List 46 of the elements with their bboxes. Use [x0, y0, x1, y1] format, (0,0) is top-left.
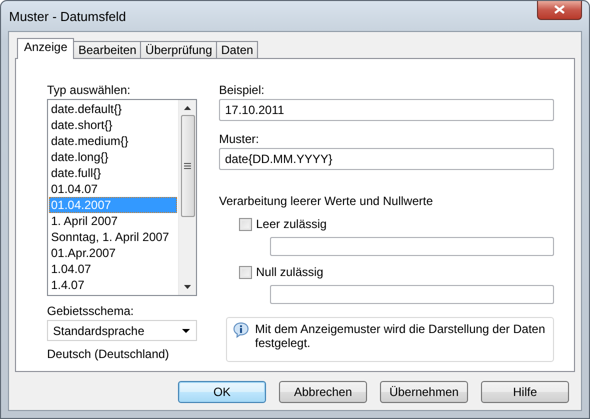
tab[interactable]: Anzeige	[17, 38, 74, 59]
scroll-up-icon[interactable]	[184, 106, 191, 110]
tab[interactable]: Überprüfung	[140, 41, 218, 59]
checkbox-label[interactable]: Leer zulässig	[256, 217, 327, 231]
dialog-button[interactable]: OK	[178, 381, 266, 403]
list-item[interactable]: 1.4.07	[49, 277, 177, 293]
field-label: Gebietsschema:	[47, 304, 135, 318]
pattern-field[interactable]: date{DD.MM.YYYY}	[219, 148, 554, 170]
list-item[interactable]: 1.04.07	[49, 261, 177, 277]
dialog-button[interactable]: Abbrechen	[279, 381, 367, 403]
input-field[interactable]	[270, 237, 554, 256]
field-label: Beispiel:	[219, 83, 266, 97]
scroll-down-icon[interactable]	[184, 285, 191, 289]
close-icon	[554, 5, 565, 14]
list-item[interactable]: Sonntag, 1. April 2007	[49, 229, 177, 245]
locale-description: Deutsch (Deutschland)	[47, 347, 170, 361]
info-text: Mit dem Anzeigemuster wird die Darstellung der Daten festgelegt.	[255, 322, 546, 352]
info-icon	[233, 322, 249, 338]
dropdown-value: Standardsprache	[53, 324, 144, 338]
checkbox-label[interactable]: Null zulässig	[256, 265, 324, 279]
dialog-button[interactable]: Hilfe	[481, 381, 569, 403]
list-item[interactable]: 01.Apr.2007	[49, 245, 177, 261]
field-label: Typ auswählen:	[47, 83, 132, 97]
checkbox[interactable]	[239, 266, 252, 278]
example-field[interactable]: 17.10.2011	[219, 99, 554, 121]
group-heading: Verarbeitung leerer Werte und Nullwerte	[219, 194, 434, 208]
dialog-button[interactable]: Übernehmen	[380, 381, 468, 403]
dropdown-arrow-icon	[182, 328, 190, 332]
list-item[interactable]: 01.04.07	[49, 181, 177, 197]
type-listbox[interactable]: date.default{} date.short{} date.medium{} date.long{} date.full{} 01.04.07 01.04.2007 1. April 2007 Sonntag, 1. April 2007 01.Apr.2007 1.04.07 1.4.07	[47, 99, 197, 296]
field-label: Muster:	[219, 132, 260, 146]
window-title: Muster - Datumsfeld	[8, 8, 126, 24]
checkbox[interactable]	[239, 218, 252, 230]
list-item[interactable]: 1. April 2007	[49, 213, 177, 229]
list-item[interactable]: date.long{}	[49, 149, 177, 165]
list-item[interactable]: date.full{}	[49, 165, 177, 181]
scrollbar[interactable]	[178, 100, 196, 295]
list-item[interactable]: date.default{}	[49, 101, 177, 117]
scroll-thumb[interactable]	[180, 115, 194, 217]
list-item[interactable]: date.medium{}	[49, 133, 177, 149]
input-field[interactable]	[270, 285, 554, 304]
close-button[interactable]	[537, 0, 582, 20]
tab[interactable]: Bearbeiten	[73, 41, 142, 59]
locale-dropdown[interactable]: Standardsprache	[47, 320, 197, 341]
list-item[interactable]: date.short{}	[49, 117, 177, 133]
tab[interactable]: Daten	[216, 41, 258, 59]
